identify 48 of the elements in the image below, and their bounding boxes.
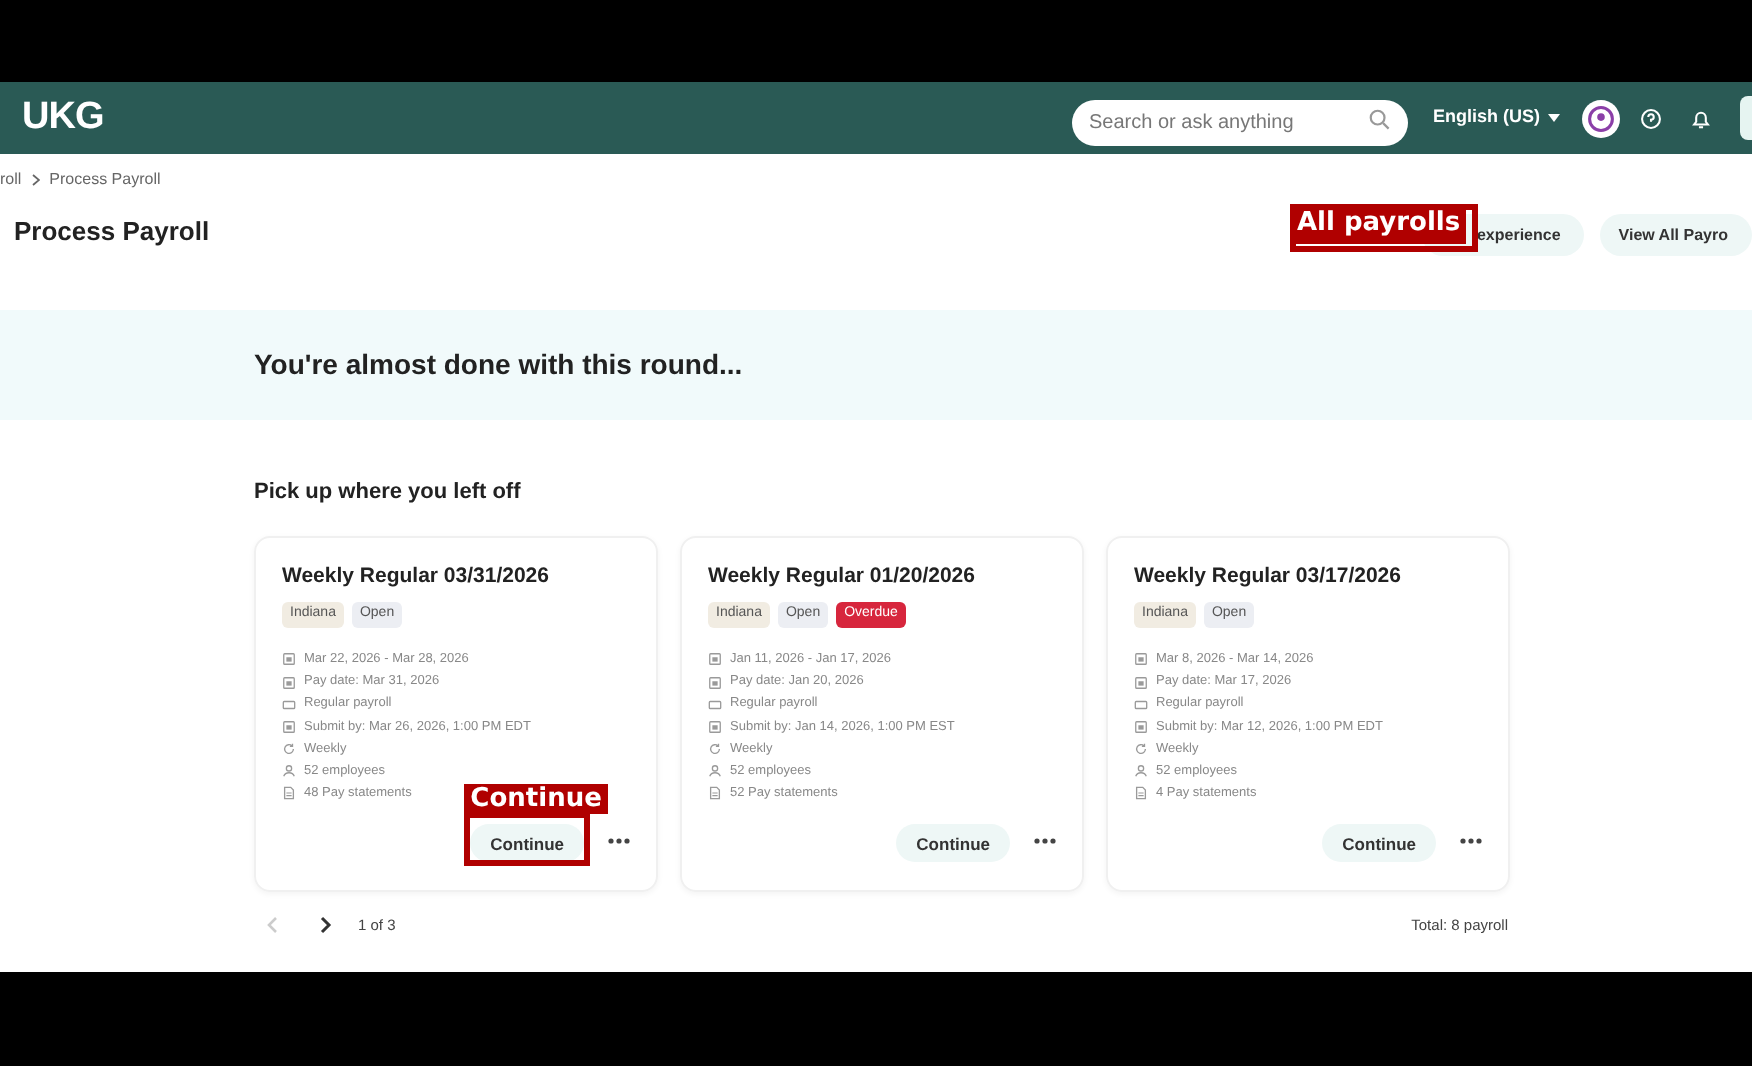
header-button[interactable]: View All Payro: [1600, 214, 1752, 257]
refresh-icon: [282, 742, 296, 757]
refresh-icon: [1134, 742, 1148, 757]
continue-button[interactable]: Continue: [896, 824, 1010, 863]
more-icon[interactable]: [1034, 838, 1056, 844]
card-icon: [1134, 697, 1148, 712]
chevron-right-icon[interactable]: [320, 916, 332, 934]
calendar-icon: [282, 675, 296, 690]
app-switcher[interactable]: [1740, 96, 1752, 140]
page-title: Process Payroll: [14, 214, 210, 251]
breadcrumb-link[interactable]: roll: [0, 168, 22, 192]
person-icon: [1134, 764, 1148, 779]
document-icon: [708, 786, 722, 801]
help-icon[interactable]: [1640, 107, 1662, 129]
annotation-label: Continue: [464, 783, 608, 813]
calendar-icon: [708, 675, 722, 690]
more-icon[interactable]: [1460, 838, 1482, 844]
calendar-icon: [1134, 652, 1148, 667]
calendar-icon: [708, 652, 722, 667]
chevron-right-icon: [31, 174, 40, 186]
person-icon: [282, 764, 296, 779]
caret-icon: [1548, 114, 1560, 122]
continue-button[interactable]: Continue: [470, 824, 584, 863]
card-icon: [282, 697, 296, 712]
card-title: Weekly Regular 03/17/2026: [1134, 561, 1403, 591]
document-icon: [1134, 786, 1148, 801]
avatar-icon[interactable]: [1582, 99, 1620, 137]
card-title: Weekly Regular 03/31/2026: [282, 561, 551, 591]
continue-button[interactable]: Continue: [1322, 824, 1436, 863]
calendar-icon: [708, 719, 722, 734]
card-icon: [708, 697, 722, 712]
calendar-icon: [1134, 719, 1148, 734]
logo: UKG: [22, 93, 104, 142]
banner-text: You're almost done with this round...: [254, 346, 743, 384]
search-icon: [1367, 107, 1389, 129]
bell-icon[interactable]: [1690, 107, 1712, 129]
document-icon: [282, 786, 296, 801]
calendar-icon: [1134, 675, 1148, 690]
refresh-icon: [708, 742, 722, 757]
calendar-icon: [282, 652, 296, 667]
calendar-icon: [282, 719, 296, 734]
card-title: Weekly Regular 01/20/2026: [708, 561, 977, 591]
section-title: Pick up where you left off: [254, 478, 523, 508]
search-field[interactable]: Search or ask anything: [1071, 99, 1407, 145]
breadcrumb-link[interactable]: Process Payroll: [49, 168, 161, 192]
language-selector[interactable]: English (US): [1433, 104, 1560, 132]
more-icon[interactable]: [608, 838, 630, 844]
person-icon: [708, 764, 722, 779]
